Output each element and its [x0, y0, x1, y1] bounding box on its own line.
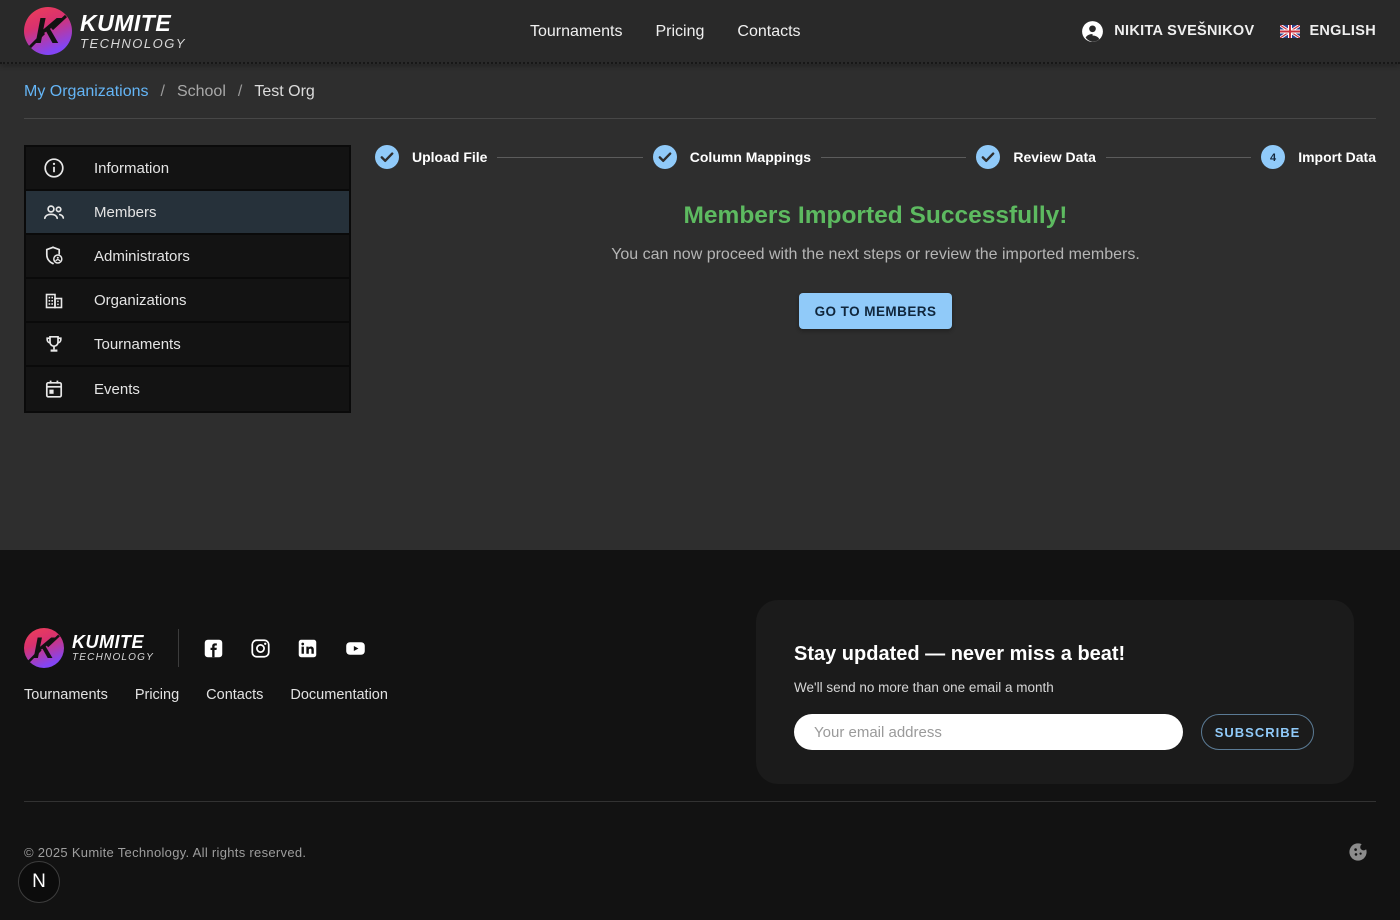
linkedin-icon[interactable] — [297, 638, 318, 659]
footer-link-documentation[interactable]: Documentation — [290, 687, 388, 703]
footer-link-pricing[interactable]: Pricing — [135, 687, 179, 703]
info-icon — [42, 156, 66, 180]
step-check-icon — [375, 145, 399, 169]
building-icon — [42, 288, 66, 312]
breadcrumb-school: School — [177, 83, 226, 101]
footer-brand-logo[interactable]: KUMITE TECHNOLOGY — [24, 628, 154, 668]
sidebar-item-organizations[interactable]: Organizations — [26, 279, 349, 323]
step-number-icon: 4 — [1261, 145, 1285, 169]
newsletter-subtitle: We'll send no more than one email a mont… — [794, 680, 1314, 695]
step-check-icon — [976, 145, 1000, 169]
language-label: ENGLISH — [1309, 23, 1376, 39]
subscribe-button[interactable]: SUBSCRIBE — [1201, 714, 1314, 750]
footer-brand-name: KUMITE — [72, 633, 154, 651]
header-nav: Tournaments Pricing Contacts — [530, 0, 801, 64]
newsletter-title: Stay updated — never miss a beat! — [794, 643, 1314, 666]
calendar-icon — [42, 377, 66, 401]
step-connector — [821, 157, 966, 158]
newsletter-card: Stay updated — never miss a beat! We'll … — [756, 600, 1354, 784]
success-subtitle: You can now proceed with the next steps … — [611, 246, 1140, 264]
footer-link-tournaments[interactable]: Tournaments — [24, 687, 108, 703]
import-result: Members Imported Successfully! You can n… — [375, 169, 1376, 329]
account-circle-icon — [1080, 19, 1105, 44]
instagram-icon[interactable] — [250, 638, 271, 659]
page-top: KUMITE TECHNOLOGY Tournaments Pricing Co… — [0, 0, 1400, 550]
footer-divider — [24, 801, 1376, 802]
facebook-icon[interactable] — [203, 638, 224, 659]
app-header: KUMITE TECHNOLOGY Tournaments Pricing Co… — [0, 0, 1400, 64]
breadcrumb-separator: / — [238, 83, 242, 101]
admin-shield-icon — [42, 244, 66, 268]
step-label: Column Mappings — [690, 149, 811, 165]
brand-name: KUMITE — [80, 12, 186, 35]
footer-brand-subtitle: TECHNOLOGY — [72, 653, 154, 663]
footer: KUMITE TECHNOLOGY Tournaments Pricing Co… — [0, 550, 1400, 920]
sidebar-item-members[interactable]: Members — [26, 191, 349, 235]
footer-link-contacts[interactable]: Contacts — [206, 687, 263, 703]
breadcrumb: My Organizations / School / Test Org — [0, 64, 1400, 118]
sidebar-item-label: Organizations — [94, 292, 187, 309]
sidebar-item-administrators[interactable]: Administrators — [26, 235, 349, 279]
step-import-data: 4 Import Data — [1261, 145, 1376, 169]
breadcrumb-separator: / — [161, 83, 165, 101]
nav-pricing[interactable]: Pricing — [656, 23, 705, 41]
import-wizard: Upload File Column Mappings Review Data — [375, 145, 1376, 413]
sidebar-item-label: Administrators — [94, 248, 190, 265]
social-links — [203, 638, 365, 659]
youtube-icon[interactable] — [344, 638, 365, 659]
breadcrumb-my-organizations[interactable]: My Organizations — [24, 83, 149, 101]
copyright-text: © 2025 Kumite Technology. All rights res… — [24, 845, 306, 860]
user-name: NIKITA SVEŠNIKOV — [1114, 23, 1254, 39]
go-to-members-button[interactable]: GO TO MEMBERS — [799, 293, 953, 329]
step-upload-file: Upload File — [375, 145, 487, 169]
sidebar-item-label: Events — [94, 381, 140, 398]
brand-logo[interactable]: KUMITE TECHNOLOGY — [24, 7, 186, 55]
sidebar-item-information[interactable]: Information — [26, 147, 349, 191]
uk-flag-icon — [1280, 25, 1300, 38]
cookie-settings-icon[interactable] — [1346, 840, 1370, 864]
breadcrumb-current: Test Org — [254, 83, 314, 101]
user-menu[interactable]: NIKITA SVEŠNIKOV — [1080, 19, 1254, 44]
step-label: Import Data — [1298, 149, 1376, 165]
step-number: 4 — [1270, 152, 1277, 164]
step-review-data: Review Data — [976, 145, 1095, 169]
sidebar-item-label: Tournaments — [94, 336, 181, 353]
sidebar-item-tournaments[interactable]: Tournaments — [26, 323, 349, 367]
nav-tournaments[interactable]: Tournaments — [530, 23, 623, 41]
trophy-icon — [42, 332, 66, 356]
step-connector — [1106, 157, 1251, 158]
step-check-icon — [653, 145, 677, 169]
footer-links: Tournaments Pricing Contacts Documentati… — [24, 687, 388, 703]
language-selector[interactable]: ENGLISH — [1280, 23, 1376, 39]
step-label: Upload File — [412, 149, 487, 165]
footer-vertical-divider — [178, 629, 179, 667]
email-input[interactable] — [794, 714, 1183, 750]
dev-tools-badge[interactable]: N — [18, 861, 60, 903]
sidebar-item-events[interactable]: Events — [26, 367, 349, 411]
sidebar-item-label: Members — [94, 204, 157, 221]
brand-subtitle: TECHNOLOGY — [80, 37, 186, 50]
sidebar-item-label: Information — [94, 160, 169, 177]
nav-contacts[interactable]: Contacts — [737, 23, 800, 41]
step-column-mappings: Column Mappings — [653, 145, 811, 169]
members-icon — [42, 200, 66, 224]
step-connector — [497, 157, 642, 158]
success-title: Members Imported Successfully! — [684, 202, 1068, 230]
kumite-logo-icon — [24, 7, 72, 55]
import-stepper: Upload File Column Mappings Review Data — [375, 145, 1376, 169]
step-label: Review Data — [1013, 149, 1095, 165]
kumite-logo-icon — [24, 628, 64, 668]
org-sidebar: Information Members Administrators Organ… — [24, 145, 351, 413]
